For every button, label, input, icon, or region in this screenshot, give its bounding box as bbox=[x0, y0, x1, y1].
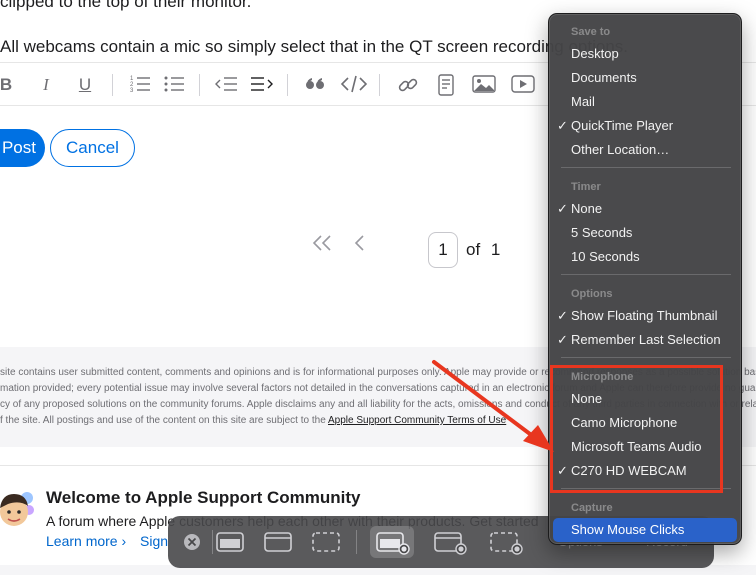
annotation-arrow bbox=[432, 360, 554, 452]
